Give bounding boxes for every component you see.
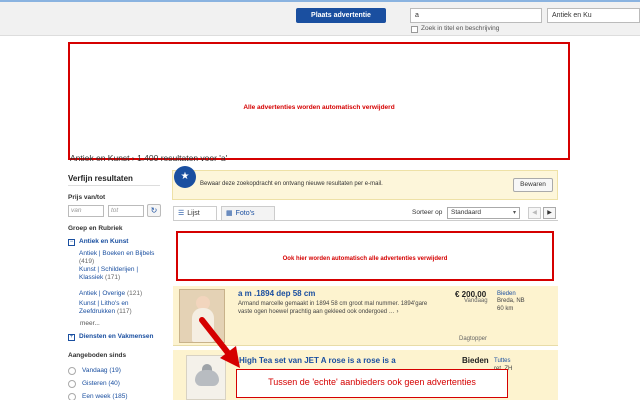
next-page-button[interactable]: ▶ (543, 207, 556, 219)
listing-location: Tuttes (494, 358, 511, 364)
subcategory-link[interactable]: Antiek | Overige (121) (79, 290, 159, 298)
listing-date: Vandaag (464, 298, 488, 304)
radio-label-week[interactable]: Een week (185) (82, 393, 128, 400)
annotation-text-middle: Ook hier worden automatisch alle adverte… (282, 256, 448, 262)
grid-icon: ▦ (226, 210, 233, 217)
sidebar-divider (68, 185, 160, 186)
price-from-input[interactable]: van (68, 205, 104, 217)
listing-title[interactable]: High Tea set van JET A rose is a rose is… (239, 356, 396, 365)
listing-location: Breda, NB (497, 298, 525, 304)
tab-photos[interactable]: ▦ Foto's (221, 206, 275, 221)
radio-today[interactable] (68, 367, 76, 375)
annotation-text-bottom: Tussen de 'echte' aanbieders ook geen ad… (268, 377, 476, 387)
red-arrow-icon (199, 317, 240, 368)
results-heading: Antiek en Kunst › 1.400 resultaten voor … (70, 153, 228, 163)
radio-label-yesterday[interactable]: Gisteren (40) (82, 380, 120, 387)
header-accent-line (0, 0, 640, 2)
group-label: Groep en Rubriek (68, 225, 123, 232)
radio-yesterday[interactable] (68, 380, 76, 388)
offered-since-label: Aangeboden sinds (68, 352, 127, 359)
refine-results-title: Verfijn resultaten (68, 174, 133, 183)
category-select[interactable]: Antiek en Ku (547, 8, 640, 23)
collapse-icon[interactable]: − (68, 239, 75, 246)
refresh-icon[interactable]: ↻ (147, 204, 161, 217)
listing-badge: Dagtopper (459, 336, 488, 342)
sort-label: Sorteer op (412, 209, 443, 216)
listing-bid-link[interactable]: Bieden (497, 291, 516, 297)
search-input[interactable]: a (410, 8, 542, 23)
annotation-box-top (68, 42, 570, 160)
save-search-button[interactable]: Bewaren (513, 178, 553, 192)
more-categories-link[interactable]: meer... (80, 320, 100, 327)
search-in-title-label: Zoek in titel en beschrijving (421, 25, 500, 32)
tab-list[interactable]: ☰ Lijst (173, 206, 217, 221)
category-diensten[interactable]: Diensten en Vakmensen (79, 333, 153, 340)
radio-week[interactable] (68, 393, 76, 400)
sort-select[interactable]: Standaard ▾ (447, 207, 520, 219)
subcategory-link[interactable]: Kunst | Schilderijen | Klassiek (171) (79, 266, 159, 282)
place-ad-button[interactable]: Plaats advertentie (296, 8, 386, 23)
subcategory-link[interactable]: Kunst | Litho's en Zeefdrukken (117) (79, 300, 159, 316)
radio-label-today[interactable]: Vandaag (19) (82, 367, 121, 374)
listing-title[interactable]: a m .1894 dep 58 cm (238, 289, 315, 298)
listing-price: Bieden (462, 356, 489, 365)
search-in-title-checkbox[interactable] (411, 26, 418, 33)
category-antiek-en-kunst[interactable]: Antiek en Kunst (79, 238, 128, 245)
save-search-text: Bewaar deze zoekopdracht en ontvang nieu… (200, 181, 383, 187)
star-icon: ★ (174, 166, 196, 188)
listing-description: Armand marcelle gemaakt in 1894 58 cm gr… (238, 301, 428, 315)
annotation-text-top: Alle advertenties worden automatisch ver… (243, 104, 395, 111)
previous-page-button[interactable]: ◀ (528, 207, 541, 219)
price-to-input[interactable]: tot (108, 205, 144, 217)
price-label: Prijs van/tot (68, 194, 106, 201)
expand-icon[interactable]: + (68, 334, 75, 341)
listing-distance: 60 km (497, 306, 514, 312)
list-icon: ☰ (178, 210, 185, 217)
subcategory-link[interactable]: Antiek | Boeken en Bijbels (419) (79, 250, 159, 266)
chevron-down-icon: ▾ (512, 210, 516, 216)
tabs-divider (173, 220, 558, 221)
